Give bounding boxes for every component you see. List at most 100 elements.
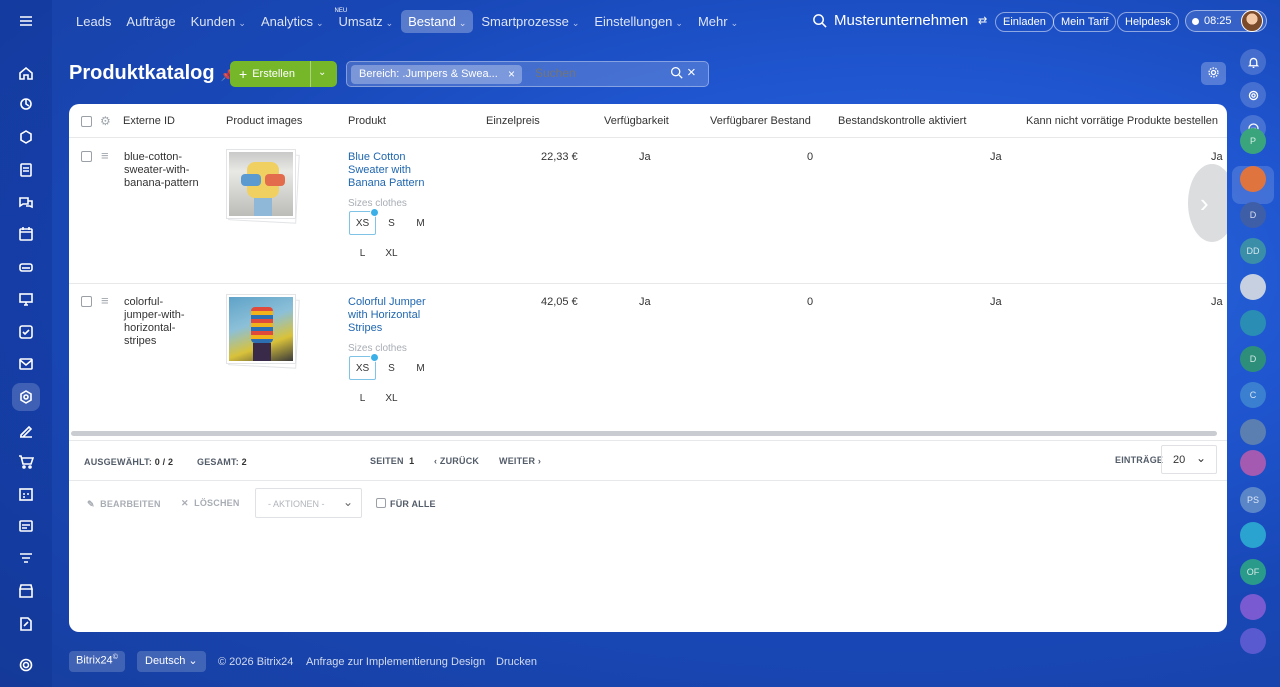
- size-option[interactable]: XL: [378, 386, 405, 410]
- contact-center-icon[interactable]: [14, 287, 38, 311]
- scroll-right-button[interactable]: ›: [1188, 164, 1227, 242]
- my-tariff-button[interactable]: Mein Tarif: [1053, 12, 1117, 32]
- edit-action[interactable]: ✎ BEARBEITEN: [87, 499, 161, 510]
- nav-item-mehr[interactable]: Mehr ⌄: [691, 10, 745, 33]
- size-option[interactable]: XS: [349, 208, 379, 235]
- chat-avatar[interactable]: [1240, 450, 1266, 476]
- company-name[interactable]: Musterunternehmen: [834, 12, 968, 29]
- chat-avatar[interactable]: PS: [1240, 487, 1266, 513]
- sites-icon[interactable]: [14, 125, 38, 149]
- row-checkbox[interactable]: [81, 151, 92, 162]
- clear-icon[interactable]: ×: [687, 64, 696, 81]
- bitrix-logo-button[interactable]: Bitrix24©: [69, 651, 125, 672]
- chat-avatar[interactable]: P: [1240, 128, 1266, 154]
- filter-chip[interactable]: Bereich: .Jumpers & Swea... ×: [351, 65, 522, 84]
- edit-doc-icon[interactable]: [14, 612, 38, 636]
- for-all-checkbox[interactable]: [376, 498, 386, 508]
- design-link[interactable]: Design: [451, 656, 485, 678]
- prev-page-link[interactable]: ‹ ZURÜCK: [434, 456, 479, 466]
- chat-avatar[interactable]: DD: [1240, 238, 1266, 264]
- delete-action[interactable]: ✕ LÖSCHEN: [181, 498, 240, 509]
- chat-avatar[interactable]: [1240, 310, 1266, 336]
- chat-avatar[interactable]: [1240, 628, 1266, 654]
- search-input[interactable]: [535, 66, 655, 80]
- column-order-out-of-stock[interactable]: Kann nicht vorrätige Produkte bestellen: [1026, 115, 1218, 127]
- column-external-id[interactable]: Externe ID: [123, 115, 175, 127]
- sign-icon[interactable]: [14, 418, 38, 442]
- cards-icon[interactable]: [14, 514, 38, 538]
- select-all-checkbox[interactable]: [81, 116, 92, 127]
- horizontal-scrollbar[interactable]: [71, 431, 1217, 436]
- chat-avatar[interactable]: [1240, 419, 1266, 445]
- column-available-stock[interactable]: Verfügbarer Bestand: [710, 115, 811, 127]
- copilot-icon[interactable]: [1240, 82, 1266, 108]
- filter-rail-icon[interactable]: [14, 547, 38, 571]
- helpdesk-button[interactable]: Helpdesk: [1117, 12, 1179, 32]
- chat-avatar[interactable]: [1240, 166, 1266, 192]
- booking-icon[interactable]: [14, 482, 38, 506]
- user-avatar[interactable]: [1241, 10, 1263, 32]
- product-image[interactable]: [226, 294, 300, 369]
- create-button[interactable]: + Erstellen ⌄: [230, 61, 337, 87]
- chevron-down-icon[interactable]: ⌄: [318, 67, 326, 78]
- drive-icon[interactable]: [14, 255, 38, 279]
- column-product-images[interactable]: Product images: [226, 115, 302, 127]
- filter-search-bar[interactable]: Bereich: .Jumpers & Swea... × ×: [346, 61, 709, 87]
- size-option[interactable]: XL: [378, 241, 405, 265]
- crm-icon[interactable]: [14, 92, 38, 116]
- documents-icon[interactable]: [14, 158, 38, 182]
- size-option[interactable]: M: [407, 211, 434, 235]
- entries-select[interactable]: 20 ⌄: [1161, 445, 1217, 474]
- actions-select[interactable]: - AKTIONEN - ⌄: [255, 488, 362, 518]
- chat-avatar[interactable]: C: [1240, 382, 1266, 408]
- chat-avatar[interactable]: [1240, 594, 1266, 620]
- next-page-link[interactable]: WEITER ›: [499, 456, 541, 466]
- close-icon[interactable]: ×: [508, 67, 515, 81]
- language-select[interactable]: Deutsch ⌄: [137, 651, 206, 672]
- calendar-icon[interactable]: [14, 222, 38, 246]
- nav-item-umsatz[interactable]: NEU Umsatz ⌄: [332, 8, 401, 33]
- chat-icon[interactable]: [14, 190, 38, 214]
- swap-icon[interactable]: ⇄: [978, 14, 987, 27]
- drag-handle-icon[interactable]: ≡: [101, 148, 109, 163]
- size-option[interactable]: S: [378, 356, 405, 380]
- nav-item-kunden[interactable]: Kunden ⌄: [184, 10, 253, 33]
- product-name-link[interactable]: Colorful Jumper with Horizontal Stripes: [348, 296, 426, 335]
- menu-icon[interactable]: [14, 9, 38, 33]
- store-icon[interactable]: [14, 579, 38, 603]
- column-product[interactable]: Produkt: [348, 115, 386, 127]
- notifications-icon[interactable]: [1240, 49, 1266, 75]
- nav-item-smartprozesse[interactable]: Smartprozesse ⌄: [474, 10, 586, 33]
- nav-item-leads[interactable]: Leads: [69, 10, 118, 33]
- product-name-link[interactable]: Blue Cotton Sweater with Banana Pattern: [348, 151, 424, 190]
- search-icon[interactable]: [812, 13, 827, 31]
- nav-item-einstellungen[interactable]: Einstellungen ⌄: [587, 10, 690, 33]
- size-option[interactable]: L: [349, 241, 376, 265]
- settings-rail-icon[interactable]: [14, 653, 38, 677]
- inventory-icon[interactable]: [12, 383, 40, 411]
- column-availability[interactable]: Verfügbarkeit: [604, 115, 669, 127]
- column-price[interactable]: Einzelpreis: [486, 115, 540, 127]
- row-checkbox[interactable]: [81, 296, 92, 307]
- chat-avatar[interactable]: D: [1240, 202, 1266, 228]
- nav-item-aufträge[interactable]: Aufträge: [119, 10, 182, 33]
- mail-icon[interactable]: [14, 352, 38, 376]
- shop-icon[interactable]: [14, 450, 38, 474]
- column-stock-control[interactable]: Bestandskontrolle aktiviert: [838, 115, 966, 127]
- drag-handle-icon[interactable]: ≡: [101, 293, 109, 308]
- nav-item-analytics[interactable]: Analytics ⌄: [254, 10, 331, 33]
- size-option[interactable]: XS: [349, 353, 379, 380]
- invite-button[interactable]: Einladen: [995, 12, 1054, 32]
- size-option[interactable]: L: [349, 386, 376, 410]
- size-option[interactable]: M: [407, 356, 434, 380]
- size-option[interactable]: S: [378, 211, 405, 235]
- home-icon[interactable]: [14, 61, 38, 85]
- tasks-icon[interactable]: [14, 320, 38, 344]
- chat-avatar[interactable]: D: [1240, 346, 1266, 372]
- nav-item-bestand[interactable]: Bestand ⌄: [401, 10, 474, 33]
- product-image[interactable]: [226, 149, 300, 224]
- chat-avatar[interactable]: OF: [1240, 559, 1266, 585]
- implementation-link[interactable]: Anfrage zur Implementierung: [306, 656, 448, 678]
- settings-button[interactable]: [1201, 62, 1226, 85]
- chat-avatar[interactable]: [1240, 274, 1266, 300]
